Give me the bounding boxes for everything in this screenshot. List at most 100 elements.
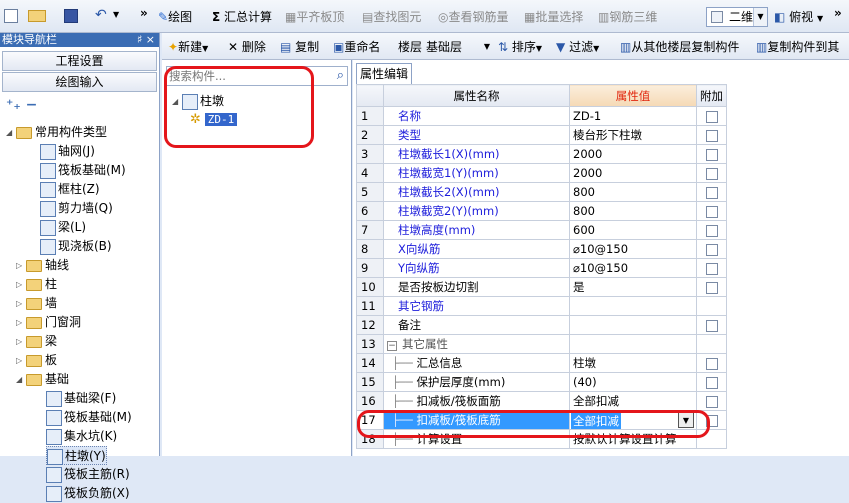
project-settings-button[interactable]: 工程设置 — [2, 51, 157, 71]
undo-dropdown-icon[interactable]: ▼ — [113, 10, 119, 19]
tree-group-beam[interactable]: ▷ 梁 — [16, 332, 57, 351]
tree-item-frame-column[interactable]: 框柱(Z) — [40, 180, 100, 199]
row-value[interactable]: 2000 — [569, 144, 697, 164]
table-row[interactable]: 7 柱墩高度(mm) 600 — [356, 220, 727, 240]
attach-checkbox[interactable] — [705, 110, 718, 123]
row-value[interactable] — [569, 315, 697, 335]
filter-button[interactable]: ▼ 过滤▼ — [556, 38, 599, 56]
tree-item-raft-2[interactable]: 筏板基础(M) — [46, 408, 132, 427]
undo-icon[interactable]: ↶ — [95, 7, 107, 23]
table-row[interactable]: 5 柱墩截长2(X)(mm) 800 — [356, 182, 727, 202]
save-icon[interactable] — [64, 9, 78, 23]
attach-checkbox[interactable] — [705, 148, 718, 161]
attach-checkbox[interactable] — [705, 357, 718, 370]
tree-group-column[interactable]: ▷ 柱 — [16, 275, 57, 294]
tree-label: 剪力墙(Q) — [58, 201, 113, 215]
floor-select[interactable]: 基础层 ▼ — [426, 38, 492, 56]
attach-checkbox[interactable] — [705, 262, 718, 275]
row-value[interactable]: 800 — [569, 182, 697, 202]
copy-from-floor-button[interactable]: ▥从其他楼层复制构件 — [620, 38, 739, 56]
table-row[interactable]: 6 柱墩截宽2(Y)(mm) 800 — [356, 201, 727, 221]
tree-item-raft-main-rebar[interactable]: 筏板主筋(R) — [46, 465, 130, 484]
row-value[interactable]: ZD-1 — [569, 106, 697, 126]
new-component-button[interactable]: ✦新建▼ — [168, 38, 208, 56]
tree-item-beam[interactable]: 梁(L) — [40, 218, 86, 237]
row-value[interactable]: 800 — [569, 201, 697, 221]
draw-button[interactable]: ✎绘图 — [158, 8, 192, 26]
row-value[interactable]: 2000 — [569, 163, 697, 183]
table-row[interactable]: 9 Y向纵筋 ⌀10@150 — [356, 258, 727, 278]
tree-item-shear-wall[interactable]: 剪力墙(Q) — [40, 199, 113, 218]
row-value[interactable]: ⌀10@150 — [569, 258, 697, 278]
steel-3d-button[interactable]: ▥钢筋三维 — [598, 8, 657, 26]
attach-checkbox[interactable] — [705, 395, 718, 408]
tree-group-axis[interactable]: ▷ 轴线 — [16, 256, 69, 275]
table-row[interactable]: 12 备注 — [356, 315, 727, 335]
rename-button[interactable]: ▣重命名 — [333, 38, 380, 56]
tree-item-raft-neg-rebar[interactable]: 筏板负筋(X) — [46, 484, 130, 503]
find-button[interactable]: ▤查找图元 — [362, 8, 421, 26]
table-row[interactable]: 11 其它钢筋 — [356, 296, 727, 316]
tree-item-axis-grid[interactable]: 轴网(J) — [40, 142, 95, 161]
search-icon[interactable]: ⌕ — [337, 68, 344, 83]
table-row[interactable]: 16 ├── 扣减板/筏板面筋 全部扣减 — [356, 391, 727, 411]
tab-property-edit[interactable]: 属性编辑 — [356, 63, 412, 84]
row-value[interactable] — [569, 296, 697, 316]
expand-all-icon[interactable]: ⁺₊ − — [6, 97, 37, 113]
attach-checkbox[interactable] — [705, 186, 718, 199]
row-value[interactable]: (40) — [569, 372, 697, 392]
sum-button[interactable]: Σ 汇总计算 — [212, 8, 272, 26]
sort-button[interactable]: ⇅ 排序▼ — [498, 38, 542, 56]
row-value[interactable]: 棱台形下柱墩 — [569, 125, 697, 145]
view-mode-select[interactable]: 二维 ▼ — [706, 7, 768, 27]
view-angle-button[interactable]: ◧ 俯视 ▼ — [774, 8, 823, 26]
collapse-icon[interactable]: − — [387, 341, 397, 351]
pin-close-icon[interactable]: ♯ × — [137, 33, 155, 47]
tree-group-common[interactable]: ◢ 常用构件类型 — [6, 123, 107, 142]
view-steel-button[interactable]: ◎查看钢筋量 — [438, 8, 509, 26]
table-row-group[interactable]: 13− 其它属性 — [356, 334, 727, 354]
header-value: 属性值 — [569, 84, 697, 107]
attach-checkbox[interactable] — [705, 224, 718, 237]
table-row[interactable]: 8 X向纵筋 ⌀10@150 — [356, 239, 727, 259]
tree-group-slab[interactable]: ▷ 板 — [16, 351, 57, 370]
table-row[interactable]: 14 ├── 汇总信息 柱墩 — [356, 353, 727, 373]
attach-checkbox[interactable] — [705, 376, 718, 389]
table-row[interactable]: 15 ├── 保护层厚度(mm) (40) — [356, 372, 727, 392]
toolbar-more-icon[interactable]: » — [140, 6, 148, 20]
flush-button[interactable]: ▦平齐板顶 — [285, 8, 344, 26]
attach-checkbox[interactable] — [705, 319, 718, 332]
filter-label: 过滤 — [569, 40, 594, 54]
tree-item-raft[interactable]: 筏板基础(M) — [40, 161, 126, 180]
delete-button[interactable]: ✕ 删除 — [228, 38, 266, 56]
copy-to-floor-button[interactable]: ▥复制构件到其 — [756, 38, 839, 56]
row-name: 备注 — [383, 315, 570, 335]
row-value[interactable]: ⌀10@150 — [569, 239, 697, 259]
table-row[interactable]: 2 类型 棱台形下柱墩 — [356, 125, 727, 145]
row-value[interactable]: 全部扣减 — [569, 391, 697, 411]
tree-item-slab[interactable]: 现浇板(B) — [40, 237, 112, 256]
open-folder-icon[interactable] — [28, 10, 46, 22]
toolbar-more-icon-2[interactable]: » — [834, 6, 842, 20]
new-file-icon[interactable] — [4, 9, 18, 23]
table-row[interactable]: 3 柱墩截长1(X)(mm) 2000 — [356, 144, 727, 164]
table-row[interactable]: 4 柱墩截宽1(Y)(mm) 2000 — [356, 163, 727, 183]
copy-button[interactable]: ▤ 复制 — [280, 38, 319, 56]
attach-checkbox[interactable] — [705, 243, 718, 256]
batch-select-button[interactable]: ▦批量选择 — [524, 8, 583, 26]
row-value[interactable]: 是 — [569, 277, 697, 297]
attach-checkbox[interactable] — [705, 281, 718, 294]
attach-checkbox[interactable] — [705, 167, 718, 180]
tree-item-sump-pit[interactable]: 集水坑(K) — [46, 427, 117, 446]
tree-group-wall[interactable]: ▷ 墙 — [16, 294, 57, 313]
tree-item-foundation-beam[interactable]: 基础梁(F) — [46, 389, 116, 408]
tree-group-foundation[interactable]: ◢ 基础 — [16, 370, 69, 389]
tree-group-openings[interactable]: ▷ 门窗洞 — [16, 313, 81, 332]
attach-checkbox[interactable] — [705, 205, 718, 218]
draw-input-button[interactable]: 绘图输入 — [2, 72, 157, 92]
table-row[interactable]: 10 是否按板边切割是 — [356, 277, 727, 297]
row-value[interactable]: 柱墩 — [569, 353, 697, 373]
table-row[interactable]: 1 名称 ZD-1 — [356, 106, 727, 126]
attach-checkbox[interactable] — [705, 129, 718, 142]
row-value[interactable]: 600 — [569, 220, 697, 240]
